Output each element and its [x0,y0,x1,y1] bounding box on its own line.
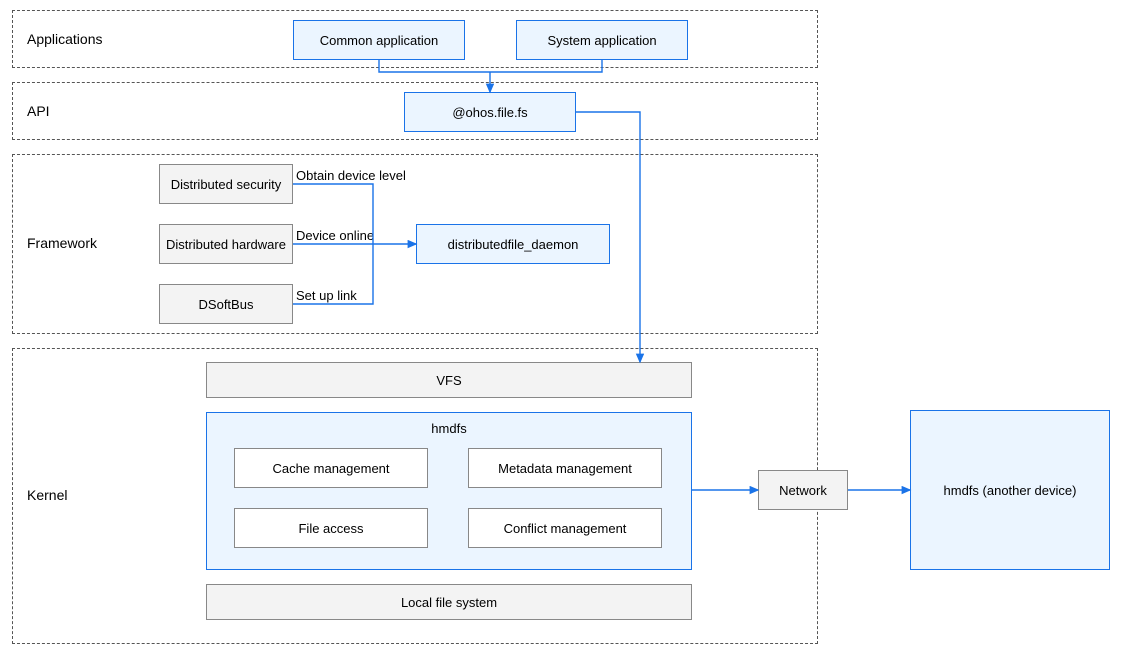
box-network: Network [758,470,848,510]
box-dsoftbus: DSoftBus [159,284,293,324]
label-obtain-device-level: Obtain device level [296,168,406,183]
box-conflict-management: Conflict management [468,508,662,548]
layer-framework-label: Framework [27,235,97,251]
box-ohos-file-fs: @ohos.file.fs [404,92,576,132]
box-vfs: VFS [206,362,692,398]
label-setup-link: Set up link [296,288,357,303]
layer-applications-label: Applications [27,31,103,47]
box-file-access: File access [234,508,428,548]
box-distributed-hardware: Distributed hardware [159,224,293,264]
layer-api-label: API [27,103,50,119]
layer-kernel-label: Kernel [27,487,67,503]
box-system-application: System application [516,20,688,60]
box-local-file-system: Local file system [206,584,692,620]
label-device-online: Device online [296,228,374,243]
layer-framework: Framework [12,154,818,334]
box-metadata-management: Metadata management [468,448,662,488]
box-cache-management: Cache management [234,448,428,488]
box-distributedfile-daemon: distributedfile_daemon [416,224,610,264]
box-common-application: Common application [293,20,465,60]
label-hmdfs: hmdfs [207,421,691,436]
box-distributed-security: Distributed security [159,164,293,204]
box-hmdfs-another-device: hmdfs (another device) [910,410,1110,570]
